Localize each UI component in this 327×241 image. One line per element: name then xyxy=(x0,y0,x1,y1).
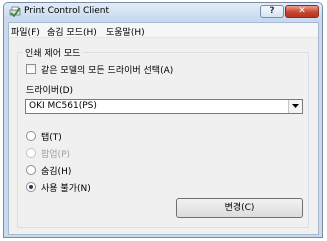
close-button[interactable]: ✕ xyxy=(285,5,319,18)
checkbox-label: 같은 모델의 모든 드라이버 선택(A) xyxy=(41,66,174,76)
checkbox-box[interactable] xyxy=(26,64,36,74)
menu-bar: 파일(F) 숨김 모드(H) 도움말(H) xyxy=(9,23,318,38)
driver-select[interactable]: OKI MC561(PS) xyxy=(25,99,303,114)
print-control-window: Print Control Client ? ✕ 파일(F) 숨김 모드(H) … xyxy=(3,2,323,238)
printer-check-icon xyxy=(9,6,21,18)
title-bar[interactable]: Print Control Client ? ✕ xyxy=(4,3,322,21)
chevron-down-icon xyxy=(292,104,299,108)
radio-button xyxy=(26,148,36,158)
client-area: 파일(F) 숨김 모드(H) 도움말(H) 인쇄 제어 모드 같은 모델의 모든… xyxy=(8,22,319,235)
menu-file[interactable]: 파일(F) xyxy=(11,25,40,38)
driver-label: 드라이버(D) xyxy=(26,86,74,96)
window-title: Print Control Client xyxy=(24,6,110,16)
menu-help[interactable]: 도움말(H) xyxy=(106,25,145,38)
radio-button[interactable] xyxy=(26,165,36,175)
group-title: 인쇄 제어 모드 xyxy=(22,46,84,59)
radio-label: 숨김(H) xyxy=(41,167,72,177)
radio-button[interactable] xyxy=(26,131,36,141)
radio-button[interactable] xyxy=(26,182,36,192)
change-button[interactable]: 변경(C) xyxy=(176,198,303,218)
radio-label: 탭(T) xyxy=(41,133,62,143)
dropdown-button[interactable] xyxy=(288,100,302,113)
help-button[interactable]: ? xyxy=(260,5,284,18)
radio-label: 팝업(P) xyxy=(41,150,71,160)
driver-select-value: OKI MC561(PS) xyxy=(29,101,97,111)
radio-label: 사용 불가(N) xyxy=(41,184,91,194)
menu-hidden-mode[interactable]: 숨김 모드(H) xyxy=(47,25,97,38)
